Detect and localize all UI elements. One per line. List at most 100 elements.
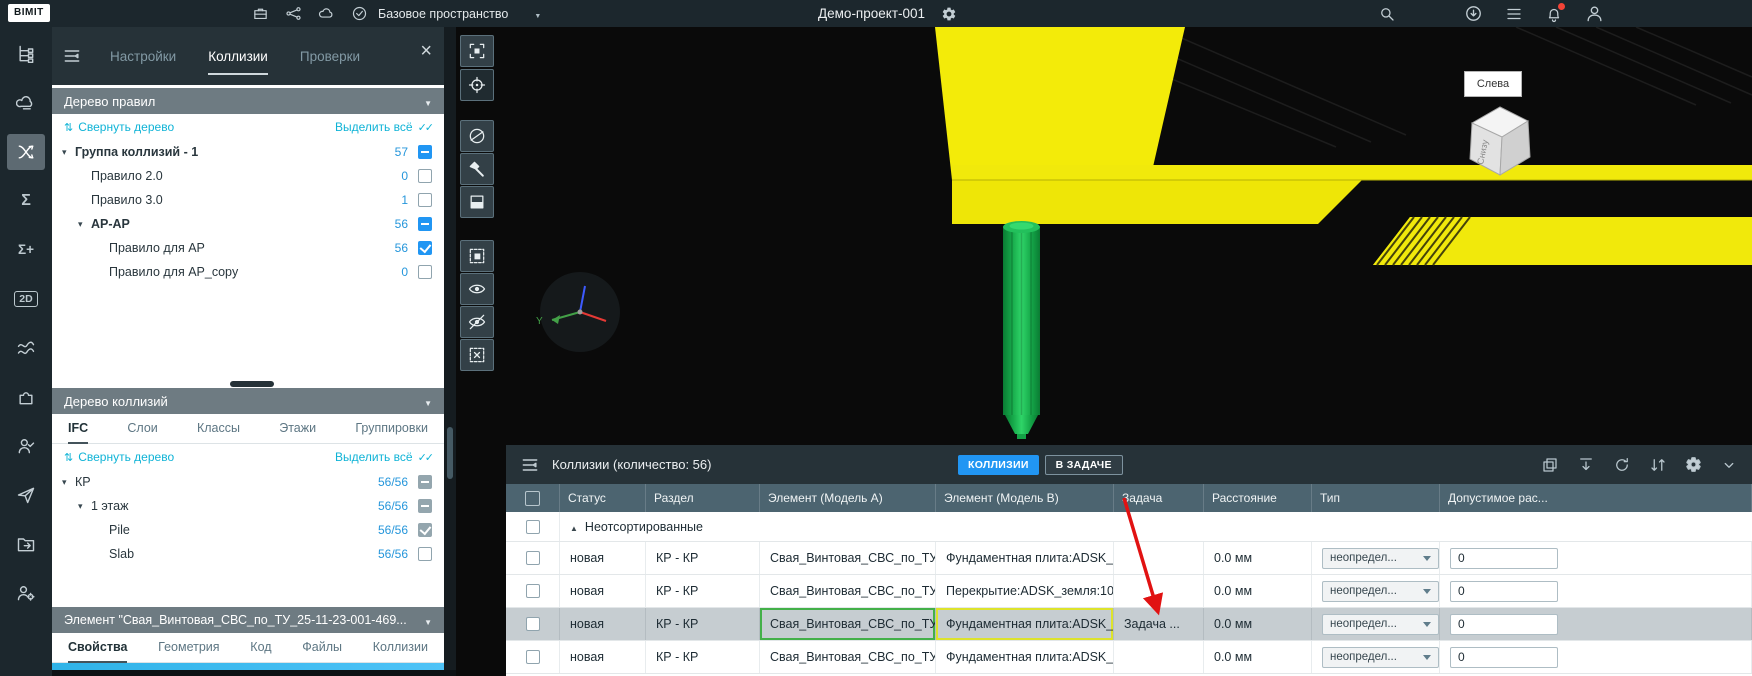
table-menu-icon[interactable] [520, 455, 540, 475]
isolate-button[interactable] [460, 240, 494, 272]
collision-row-selected[interactable]: новая КР - КР Свая_Винтовая_СВС_по_ТУ_ Ф… [506, 608, 1752, 641]
column-section[interactable]: Раздел [646, 484, 760, 512]
rules-tree-item[interactable]: Правило 3.0 1 [52, 188, 444, 212]
checkbox[interactable] [526, 650, 540, 664]
allowed-distance-input[interactable]: 0 [1450, 647, 1558, 668]
checkbox[interactable] [418, 499, 432, 513]
checkbox[interactable] [526, 551, 540, 565]
user-check-button[interactable] [7, 428, 45, 464]
collaboration-icon[interactable] [285, 5, 302, 22]
rules-tree-header[interactable]: Дерево правил [52, 88, 444, 114]
horizontal-scrollbar[interactable] [52, 380, 444, 388]
task-cell[interactable] [1114, 542, 1204, 574]
cloud-icon[interactable] [318, 5, 335, 22]
collapse-group-icon[interactable] [570, 520, 585, 534]
tab-element-collisions[interactable]: Коллизии [373, 633, 428, 663]
download-circle-icon[interactable] [1464, 4, 1483, 23]
element-b-cell[interactable]: Фундаментная плита:ADSK_ [936, 542, 1114, 574]
checkbox[interactable] [526, 520, 540, 534]
nav-cube[interactable]: Снизу [1458, 97, 1538, 181]
focus-target-button[interactable] [460, 69, 494, 101]
close-panel-icon[interactable]: × [420, 41, 432, 61]
column-status[interactable]: Статус [560, 484, 646, 512]
expand-arrow[interactable] [78, 219, 91, 230]
sum-plus-button[interactable]: Σ+ [7, 232, 45, 268]
tab-code[interactable]: Код [250, 633, 271, 663]
column-type[interactable]: Тип [1312, 484, 1440, 512]
collapse-tree-link[interactable]: Свернуть дерево [64, 450, 174, 464]
rules-tree-item[interactable]: Правило для АР_copy 0 [52, 260, 444, 284]
element-a-cell[interactable]: Свая_Винтовая_СВС_по_ТУ_ [760, 542, 936, 574]
tab-classes[interactable]: Классы [197, 414, 240, 444]
axis-gizmo[interactable]: Y [536, 272, 620, 352]
select-all-link[interactable]: Выделить всё [335, 120, 432, 134]
tab-ifc[interactable]: IFC [68, 414, 88, 444]
menu-list-icon[interactable] [1505, 5, 1523, 23]
toolbox-icon[interactable] [252, 5, 269, 22]
refresh-icon[interactable] [1613, 456, 1631, 474]
table-settings-gear-icon[interactable] [1685, 456, 1702, 473]
checkbox[interactable] [526, 617, 540, 631]
rules-tree-item[interactable]: Группа коллизий - 1 57 [52, 140, 444, 164]
tab-checks[interactable]: Проверки [300, 27, 360, 85]
sort-icon[interactable] [1649, 456, 1667, 474]
rules-tree-item[interactable]: Правило 2.0 0 [52, 164, 444, 188]
checkbox[interactable] [418, 265, 432, 279]
task-cell[interactable] [1114, 575, 1204, 607]
element-a-cell[interactable]: Свая_Винтовая_СВС_по_ТУ_ [760, 641, 936, 673]
group-row[interactable]: Неотсортированные [506, 512, 1752, 542]
collapse-table-chevron-icon[interactable] [1720, 456, 1738, 474]
rules-tree-item[interactable]: Правило для АР 56 [52, 236, 444, 260]
checkbox[interactable] [526, 584, 540, 598]
tab-floors[interactable]: Этажи [279, 414, 316, 444]
search-icon[interactable] [1378, 5, 1396, 23]
panel-menu-icon[interactable] [62, 46, 82, 66]
tab-collisions[interactable]: Коллизии [208, 27, 268, 85]
column-element-a[interactable]: Элемент (Модель А) [760, 484, 936, 512]
checkbox[interactable] [418, 241, 432, 255]
collisions-tree-item[interactable]: Pile 56/56 [52, 518, 444, 542]
collision-row[interactable]: новая КР - КР Свая_Винтовая_СВС_по_ТУ_ Ф… [506, 641, 1752, 674]
restore-hidden-button[interactable] [460, 339, 494, 371]
column-task[interactable]: Задача [1114, 484, 1204, 512]
tab-properties[interactable]: Свойства [68, 633, 127, 663]
select-all-checkbox[interactable] [525, 491, 540, 506]
export-icon[interactable] [1577, 456, 1595, 474]
scrollbar-thumb[interactable] [230, 381, 274, 387]
collisions-button[interactable] [7, 134, 45, 170]
app-logo[interactable]: BIMIT [8, 4, 50, 22]
show-eye-button[interactable] [460, 273, 494, 305]
tools-hammer-button[interactable] [460, 153, 494, 185]
task-cell[interactable]: Задача ... [1114, 608, 1204, 640]
checkbox[interactable] [418, 169, 432, 183]
panel-scrollbar[interactable] [444, 27, 456, 670]
copy-icon[interactable] [1541, 456, 1559, 474]
export-folder-button[interactable] [7, 526, 45, 562]
column-distance[interactable]: Расстояние [1204, 484, 1312, 512]
allowed-distance-input[interactable]: 0 [1450, 614, 1558, 635]
checkbox[interactable] [418, 193, 432, 207]
hide-eye-button[interactable] [460, 306, 494, 338]
expand-arrow[interactable] [62, 477, 75, 488]
notifications-bell-icon[interactable] [1545, 5, 1563, 23]
model-structure-button[interactable] [7, 36, 45, 72]
spaces-button[interactable] [7, 85, 45, 121]
checkbox[interactable] [418, 145, 432, 159]
plugins-button[interactable] [7, 379, 45, 415]
send-button[interactable] [7, 477, 45, 513]
element-a-cell-highlighted[interactable]: Свая_Винтовая_СВС_по_ТУ_ [760, 608, 936, 640]
expand-arrow[interactable] [62, 147, 75, 158]
allowed-distance-input[interactable]: 0 [1450, 548, 1558, 569]
sum-button[interactable]: Σ [7, 183, 45, 219]
zoom-window-button[interactable] [460, 35, 494, 67]
collision-row[interactable]: новая КР - КР Свая_Винтовая_СВС_по_ТУ_ П… [506, 575, 1752, 608]
project-settings-gear-icon[interactable] [941, 6, 957, 22]
charts-button[interactable] [7, 330, 45, 366]
element-a-cell[interactable]: Свая_Винтовая_СВС_по_ТУ_ [760, 575, 936, 607]
tab-grouping[interactable]: Группировки [355, 414, 428, 444]
element-b-cell[interactable]: Фундаментная плита:ADSK_ [936, 641, 1114, 673]
clip-box-button[interactable] [460, 186, 494, 218]
collision-row[interactable]: новая КР - КР Свая_Винтовая_СВС_по_ТУ_ Ф… [506, 542, 1752, 575]
collisions-tree-header[interactable]: Дерево коллизий [52, 388, 444, 414]
check-circle-icon[interactable] [351, 5, 368, 22]
